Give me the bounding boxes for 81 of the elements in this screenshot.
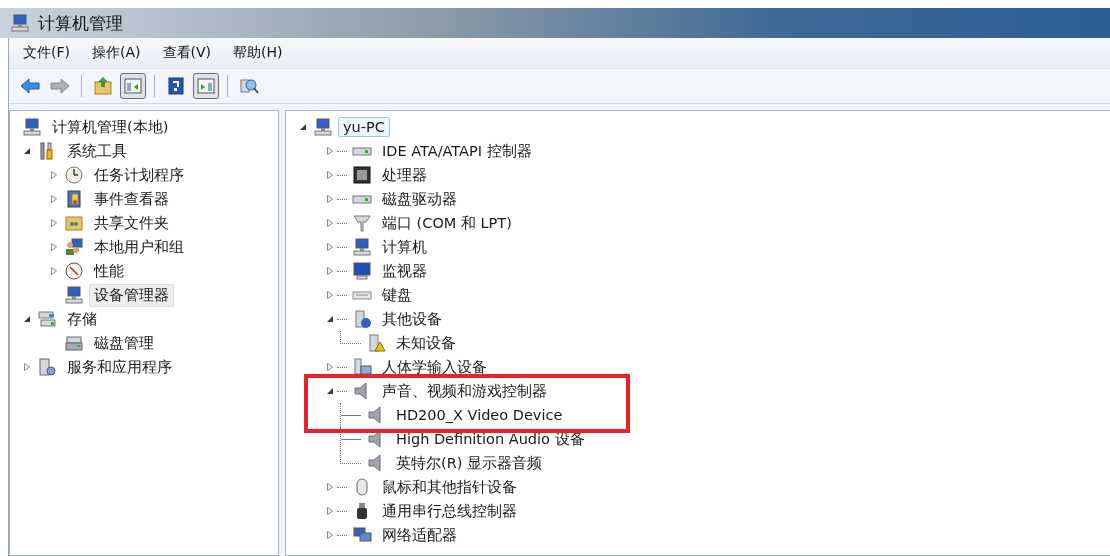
expander-icon[interactable] [298, 122, 308, 132]
window-title: 计算机管理 [38, 11, 123, 35]
processor-icon [352, 165, 372, 185]
storage-icon [37, 309, 57, 329]
device-search-icon [239, 76, 259, 96]
tree-item[interactable]: 服务和应用程序 [62, 355, 177, 379]
tree-line [337, 318, 347, 320]
tree-line [337, 366, 347, 368]
computer-icon [352, 237, 372, 257]
tree-item[interactable]: 本地用户和组 [89, 235, 189, 259]
performance-icon [64, 261, 84, 281]
tree-line [337, 270, 347, 272]
tree-item[interactable]: 监视器 [377, 259, 432, 283]
tree-item[interactable]: 处理器 [377, 163, 432, 187]
action-pane-icon [196, 76, 216, 96]
users-icon [64, 237, 84, 257]
tree-item[interactable]: HD200_X Video Device [391, 405, 568, 425]
up-folder-icon [93, 76, 113, 96]
tree-item[interactable]: 系统工具 [62, 139, 132, 163]
toolbar-button[interactable] [193, 73, 219, 99]
tree-line [337, 150, 347, 152]
tree-item[interactable]: 性能 [89, 259, 129, 283]
warning-device-icon [366, 333, 386, 353]
tree-item[interactable]: 端口 (COM 和 LPT) [377, 211, 517, 235]
device-manager-icon [64, 285, 84, 305]
tree-item[interactable]: 英特尔(R) 显示器音频 [391, 451, 547, 475]
menu-item[interactable]: 查看(V) [162, 44, 211, 62]
clock-icon [64, 165, 84, 185]
tree-line [337, 174, 347, 176]
menu-item[interactable]: 操作(A) [92, 44, 141, 62]
computer-icon [313, 117, 333, 137]
help-icon [166, 76, 186, 96]
port-icon [352, 213, 372, 233]
tree-item[interactable]: 鼠标和其他指针设备 [377, 475, 522, 499]
tree-line [337, 510, 347, 512]
tree-line [337, 534, 347, 536]
tree-item[interactable]: 网络适配器 [377, 523, 462, 547]
disk-icon [64, 333, 84, 353]
expander-icon[interactable] [22, 314, 32, 324]
tree-line [337, 390, 347, 392]
tree-item[interactable]: 通用串行总线控制器 [377, 499, 522, 523]
toolbar-button[interactable] [120, 73, 146, 99]
tree-item[interactable]: IDE ATA/ATAPI 控制器 [377, 139, 537, 163]
expander-icon[interactable] [325, 386, 335, 396]
tree-item[interactable]: 计算机 [377, 235, 432, 259]
tree-item[interactable]: 设备管理器 [89, 283, 174, 307]
services-icon [37, 357, 57, 377]
tree-line [337, 294, 347, 296]
tree-line [340, 331, 361, 344]
menu-item[interactable]: 帮助(H) [233, 44, 283, 62]
tree-item[interactable]: 磁盘驱动器 [377, 187, 462, 211]
tree-line [337, 222, 347, 224]
tree-line [337, 486, 347, 488]
back-arrow-icon [20, 76, 40, 96]
tree-item[interactable]: 任务计划程序 [89, 163, 189, 187]
tree-item[interactable]: 声音、视频和游戏控制器 [377, 379, 552, 403]
unknown-device-icon [352, 309, 372, 329]
expander-icon[interactable] [325, 314, 335, 324]
input-device-icon [352, 357, 372, 377]
console-tree-icon [123, 76, 143, 96]
network-icon [352, 525, 372, 545]
tree-item[interactable]: 磁盘管理 [89, 331, 159, 355]
event-log-icon [64, 189, 84, 209]
expander-icon[interactable] [22, 146, 32, 156]
tree-item[interactable]: 未知设备 [391, 331, 461, 355]
tree-item[interactable]: 人体学输入设备 [377, 355, 492, 379]
monitor-icon [352, 261, 372, 281]
forward-arrow-icon [50, 76, 70, 96]
tree-item[interactable]: 共享文件夹 [89, 211, 174, 235]
tree-item[interactable]: 事件查看器 [89, 187, 174, 211]
shared-folder-icon [64, 213, 84, 233]
menu-item[interactable]: 文件(F) [23, 44, 70, 62]
tree-item[interactable]: 计算机管理(本地) [47, 115, 174, 139]
tree-item[interactable]: yu-PC [338, 117, 390, 137]
computer-management-icon [10, 13, 30, 33]
tree-item[interactable]: 存储 [62, 307, 102, 331]
computer-management-icon [22, 117, 42, 137]
tree-line [337, 198, 347, 200]
tree-item[interactable]: 键盘 [377, 283, 417, 307]
tree-item[interactable]: 其他设备 [377, 307, 447, 331]
tree-line [337, 246, 347, 248]
